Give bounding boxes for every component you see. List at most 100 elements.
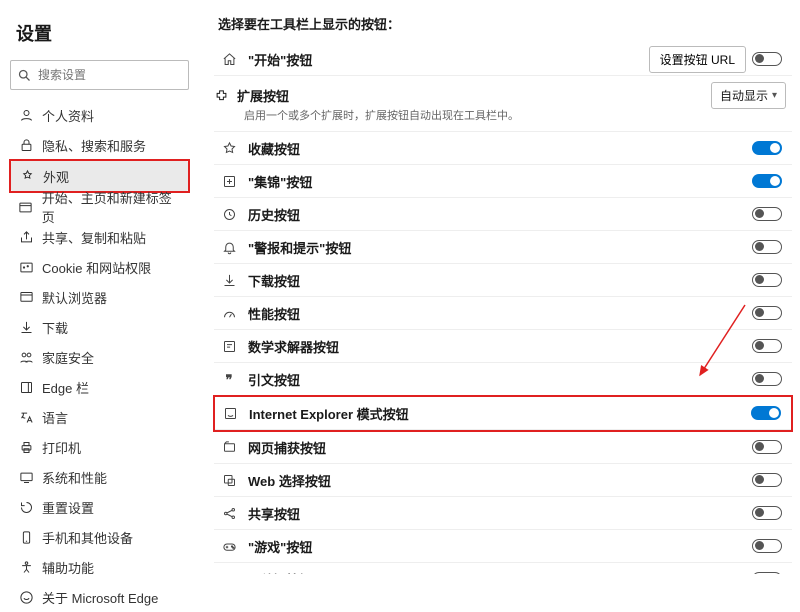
search-wrap[interactable] [10,60,189,90]
row-extensions: 扩展按钮 自动显示 ▾ 启用一个或多个扩展时，扩展按钮自动出现在工具栏中。 [214,76,792,132]
edgebar-icon [16,379,36,396]
row-label: "反馈"按钮 [248,570,752,575]
sidebar-item-about[interactable]: 关于 Microsoft Edge [10,582,189,612]
collections-icon [218,173,240,190]
set-home-url-button[interactable]: 设置按钮 URL [649,46,746,73]
sidebar-item-label: 关于 Microsoft Edge [42,588,158,607]
search-input[interactable] [32,68,193,82]
row-share2: 共享按钮 [214,497,792,530]
row-bell: "警报和提示"按钮 [214,231,792,264]
toggle-math[interactable] [752,339,782,353]
phone-icon [16,529,36,546]
sidebar-item-lang[interactable]: 语言 [10,402,189,432]
sidebar-item-system[interactable]: 系统和性能 [10,462,189,492]
row-label: 历史按钮 [248,205,752,224]
row-ie: Internet Explorer 模式按钮 [215,397,791,430]
row-label: 下载按钮 [248,271,752,290]
sidebar-item-reset[interactable]: 重置设置 [10,492,189,522]
browser-icon [16,289,36,306]
toggle-webselect[interactable] [752,473,782,487]
toggle-collections[interactable] [752,174,782,188]
row-quote: ❞引文按钮 [214,363,792,396]
sidebar-item-newtab[interactable]: 开始、主页和新建标签页 [10,192,189,222]
row-label: 性能按钮 [248,304,752,323]
history-icon [218,206,240,223]
sidebar-item-download[interactable]: 下载 [10,312,189,342]
section-title: 选择要在工具栏上显示的按钮： [214,14,792,33]
profile-icon [16,107,36,124]
row-capture: 网页捕获按钮 [214,431,792,464]
sidebar: 设置 个人资料隐私、搜索和服务外观开始、主页和新建标签页共享、复制和粘贴 Cook… [0,0,200,574]
sidebar-item-label: Cookie 和网站权限 [42,258,151,277]
perf-icon [218,305,240,322]
sidebar-item-edgebar[interactable]: Edge 栏 [10,372,189,402]
appearance-icon [17,168,37,185]
sidebar-item-label: 重置设置 [42,498,94,517]
row-download: 下载按钮 [214,264,792,297]
toggle-share2[interactable] [752,506,782,520]
row-perf: 性能按钮 [214,297,792,330]
row-webselect: Web 选择按钮 [214,464,792,497]
feedback-icon [218,571,240,574]
ie-icon [219,405,241,422]
sidebar-item-profile[interactable]: 个人资料 [10,100,189,130]
extensions-select[interactable]: 自动显示 ▾ [711,82,786,109]
sidebar-item-label: 开始、主页和新建标签页 [42,188,183,226]
sidebar-item-appearance[interactable]: 外观 [11,161,188,191]
sidebar-item-label: 语言 [42,408,68,427]
sidebar-item-label: 默认浏览器 [42,288,107,307]
sidebar-item-label: Edge 栏 [42,378,89,397]
row-label: "集锦"按钮 [248,172,752,191]
webselect-icon [218,472,240,489]
row-label: "警报和提示"按钮 [248,238,752,257]
sidebar-item-cookie[interactable]: Cookie 和网站权限 [10,252,189,282]
download-icon [16,319,36,336]
about-icon [16,589,36,606]
row-label: Internet Explorer 模式按钮 [249,404,751,423]
bell-icon [218,239,240,256]
sidebar-item-accessibility[interactable]: 辅助功能 [10,552,189,582]
sidebar-item-label: 手机和其他设备 [42,528,133,547]
home-label: "开始"按钮 [248,50,649,69]
home-toggle[interactable] [752,52,782,66]
sidebar-item-label: 外观 [43,167,69,186]
sidebar-item-printer[interactable]: 打印机 [10,432,189,462]
toggle-history[interactable] [752,207,782,221]
toggle-download[interactable] [752,273,782,287]
sidebar-title: 设置 [10,20,189,46]
toggle-bell[interactable] [752,240,782,254]
math-icon [218,338,240,355]
search-icon [17,67,32,84]
printer-icon [16,439,36,456]
share-icon [16,229,36,246]
family-icon [16,349,36,366]
quote-icon: ❞ [218,371,240,388]
chevron-down-icon: ▾ [772,90,777,101]
sidebar-item-share[interactable]: 共享、复制和粘贴 [10,222,189,252]
toolbar-button-rows: 收藏按钮"集锦"按钮历史按钮"警报和提示"按钮下载按钮性能按钮数学求解器按钮❞引… [214,132,792,574]
newtab-icon [16,199,36,216]
toggle-perf[interactable] [752,306,782,320]
toggle-quote[interactable] [752,372,782,386]
row-math: 数学求解器按钮 [214,330,792,363]
sidebar-item-browser[interactable]: 默认浏览器 [10,282,189,312]
star-icon [218,140,240,157]
capture-icon [218,439,240,456]
lang-icon [16,409,36,426]
row-history: 历史按钮 [214,198,792,231]
sidebar-item-lock[interactable]: 隐私、搜索和服务 [10,130,189,160]
toggle-capture[interactable] [752,440,782,454]
toggle-ie[interactable] [751,406,781,420]
sidebar-item-family[interactable]: 家庭安全 [10,342,189,372]
share2-icon [218,505,240,522]
row-label: 网页捕获按钮 [248,438,752,457]
row-home-button: "开始"按钮 设置按钮 URL [214,43,792,76]
sidebar-item-label: 打印机 [42,438,81,457]
extensions-icon [214,87,229,103]
row-label: Web 选择按钮 [248,471,752,490]
toggle-games[interactable] [752,539,782,553]
row-games: "游戏"按钮 [214,530,792,563]
sidebar-item-phone[interactable]: 手机和其他设备 [10,522,189,552]
toggle-star[interactable] [752,141,782,155]
row-collections: "集锦"按钮 [214,165,792,198]
